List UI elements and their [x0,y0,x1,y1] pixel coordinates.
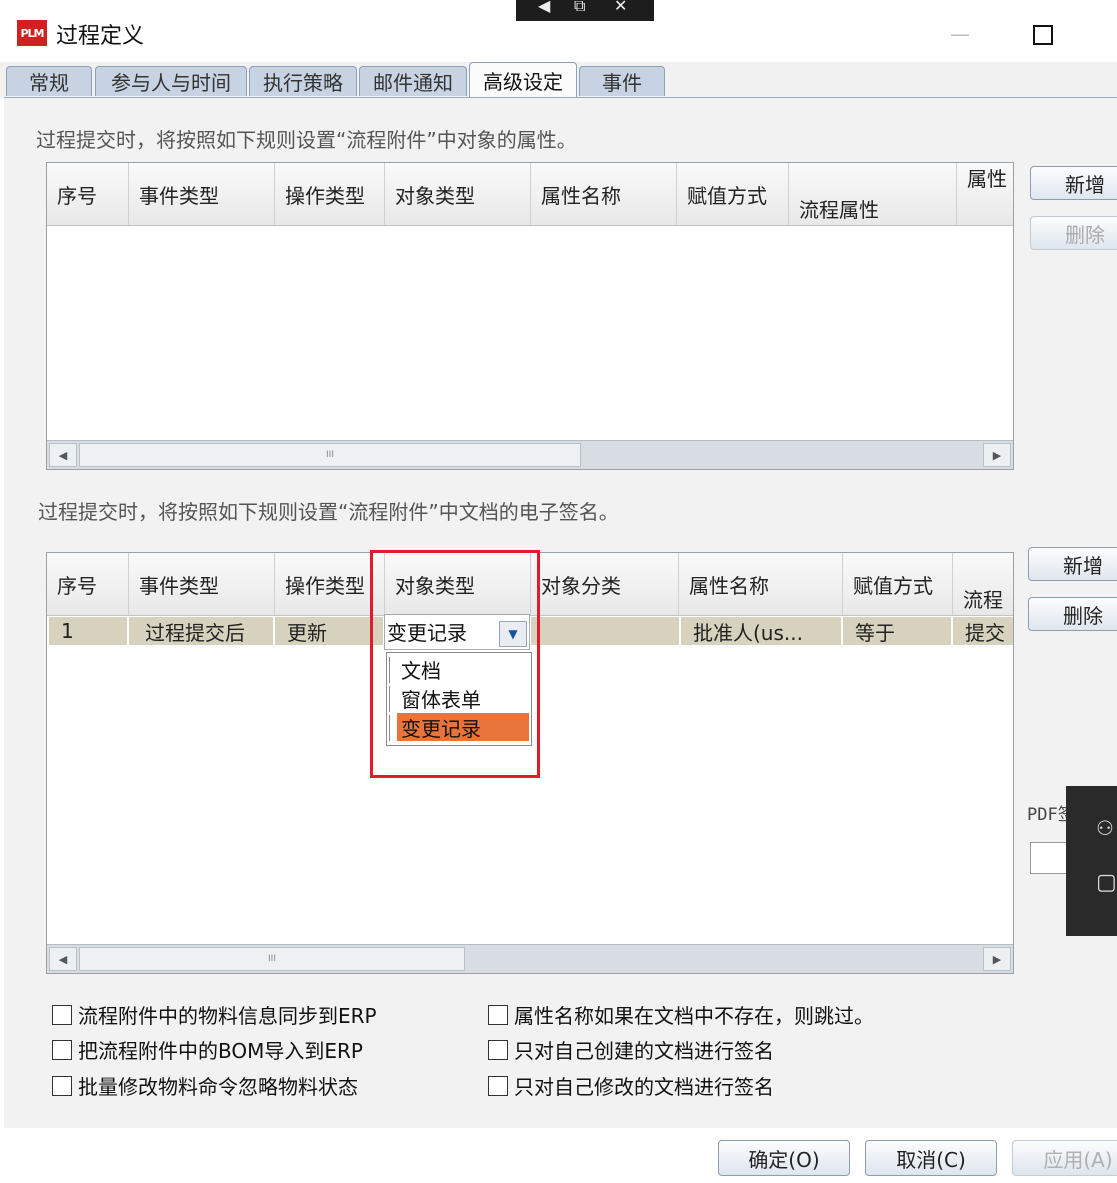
cell-seq[interactable]: 1 [49,617,129,645]
column-header[interactable]: 事件类型 [129,163,275,225]
scroll-thumb[interactable]: III [79,947,465,971]
checkbox-box[interactable] [488,1075,508,1096]
checkbox-import-bom-erp[interactable]: 把流程附件中的BOM导入到ERP [52,1035,363,1064]
scroll-right-icon[interactable]: ▶ [983,947,1011,971]
close-session-icon[interactable]: ✕ [614,0,627,15]
checkbox-label: 流程附件中的物料信息同步到ERP [78,1004,377,1028]
column-header[interactable]: 赋值方式 [677,163,789,225]
checkbox-box[interactable] [52,1039,72,1060]
column-header[interactable]: 属性名称 [679,553,843,615]
column-header[interactable]: 属性 [957,163,1015,225]
column-header[interactable]: 事件类型 [129,553,275,615]
feedback-icon[interactable]: ▢ [1096,870,1117,895]
section2-add-button[interactable]: 新增 [1028,547,1117,581]
scroll-left-icon[interactable]: ◀ [49,443,77,467]
checkbox-ignore-material-status[interactable]: 批量修改物料命令忽略物料状态 [52,1071,358,1100]
checkbox-sign-own-created[interactable]: 只对自己创建的文档进行签名 [488,1035,774,1064]
maximize-button[interactable] [1033,25,1053,45]
back-icon[interactable]: ◀ [538,0,550,15]
scroll-thumb[interactable]: III [79,443,581,467]
cell-flow[interactable]: 提交 [953,617,1013,645]
cell-object-category[interactable] [531,617,681,645]
checkbox-label: 批量修改物料命令忽略物料状态 [78,1075,358,1099]
tab-participants-time[interactable]: 参与人与时间 [95,66,247,96]
restore-icon[interactable]: ⧉ [574,0,585,16]
tab-email-notification[interactable]: 邮件通知 [359,66,467,96]
column-header[interactable]: 序号 [47,163,129,225]
table-header: 序号 事件类型 操作类型 对象类型 属性名称 赋值方式 流程属性 属性 [47,163,1013,226]
section2-label: 过程提交时，将按照如下规则设置“流程附件”中文档的电子签名。 [38,500,619,524]
minimize-button[interactable]: — [948,22,972,46]
checkbox-sync-material-erp[interactable]: 流程附件中的物料信息同步到ERP [52,1000,377,1029]
section1-label: 过程提交时，将按照如下规则设置“流程附件”中对象的属性。 [36,128,577,152]
tab-general[interactable]: 常规 [6,66,92,96]
checkbox-label: 属性名称如果在文档中不存在，则跳过。 [514,1004,874,1028]
column-header[interactable]: 对象分类 [531,553,679,615]
plm-logo-icon: PLM [17,20,47,46]
scroll-right-icon[interactable]: ▶ [983,443,1011,467]
cancel-button[interactable]: 取消(C) [865,1140,997,1176]
highlight-annotation-box [370,550,540,778]
checkbox-sign-own-modified[interactable]: 只对自己修改的文档进行签名 [488,1071,774,1100]
apply-button[interactable]: 应用(A) [1012,1140,1117,1176]
user-icon[interactable]: ⚇ [1096,816,1114,840]
column-header[interactable]: 赋值方式 [843,553,953,615]
window-title: 过程定义 [56,24,145,49]
ok-button[interactable]: 确定(O) [718,1140,850,1176]
remote-session-toolbar[interactable]: ◀ ⧉ ✕ [516,0,654,21]
column-header[interactable]: 流程 [953,553,1015,615]
cell-assign-mode[interactable]: 等于 [843,617,953,645]
tab-events[interactable]: 事件 [579,66,665,96]
tab-advanced-settings[interactable]: 高级设定 [469,62,577,98]
column-header[interactable]: 操作类型 [275,553,385,615]
cell-op-type[interactable]: 更新 [275,617,385,645]
checkbox-skip-missing-attr[interactable]: 属性名称如果在文档中不存在，则跳过。 [488,1000,874,1029]
checkbox-box[interactable] [488,1039,508,1060]
checkbox-label: 把流程附件中的BOM导入到ERP [78,1039,363,1063]
column-header[interactable]: 操作类型 [275,163,385,225]
column-header[interactable]: 序号 [47,553,129,615]
section1-add-button[interactable]: 新增 [1030,166,1117,200]
horizontal-scrollbar[interactable]: ◀ III ▶ [47,944,1013,973]
object-attribute-rules-table[interactable]: 序号 事件类型 操作类型 对象类型 属性名称 赋值方式 流程属性 属性 ◀ II… [46,162,1014,470]
section2-delete-button[interactable]: 删除 [1028,597,1117,631]
scroll-left-icon[interactable]: ◀ [49,947,77,971]
cell-event-type[interactable]: 过程提交后 [129,617,275,645]
column-header[interactable]: 流程属性 [789,163,957,225]
checkbox-box[interactable] [488,1004,508,1025]
checkbox-label: 只对自己创建的文档进行签名 [514,1039,774,1063]
floating-side-panel[interactable]: ⚇ ▢ [1066,786,1117,936]
checkbox-label: 只对自己修改的文档进行签名 [514,1075,774,1099]
section1-delete-button[interactable]: 删除 [1030,216,1117,250]
checkbox-box[interactable] [52,1004,72,1025]
tab-execution-policy[interactable]: 执行策略 [249,66,357,96]
column-header[interactable]: 属性名称 [531,163,677,225]
checkbox-box[interactable] [52,1075,72,1096]
column-header[interactable]: 对象类型 [385,163,531,225]
cell-attr-name[interactable]: 批准人(us... [681,617,843,645]
horizontal-scrollbar[interactable]: ◀ III ▶ [47,440,1013,469]
